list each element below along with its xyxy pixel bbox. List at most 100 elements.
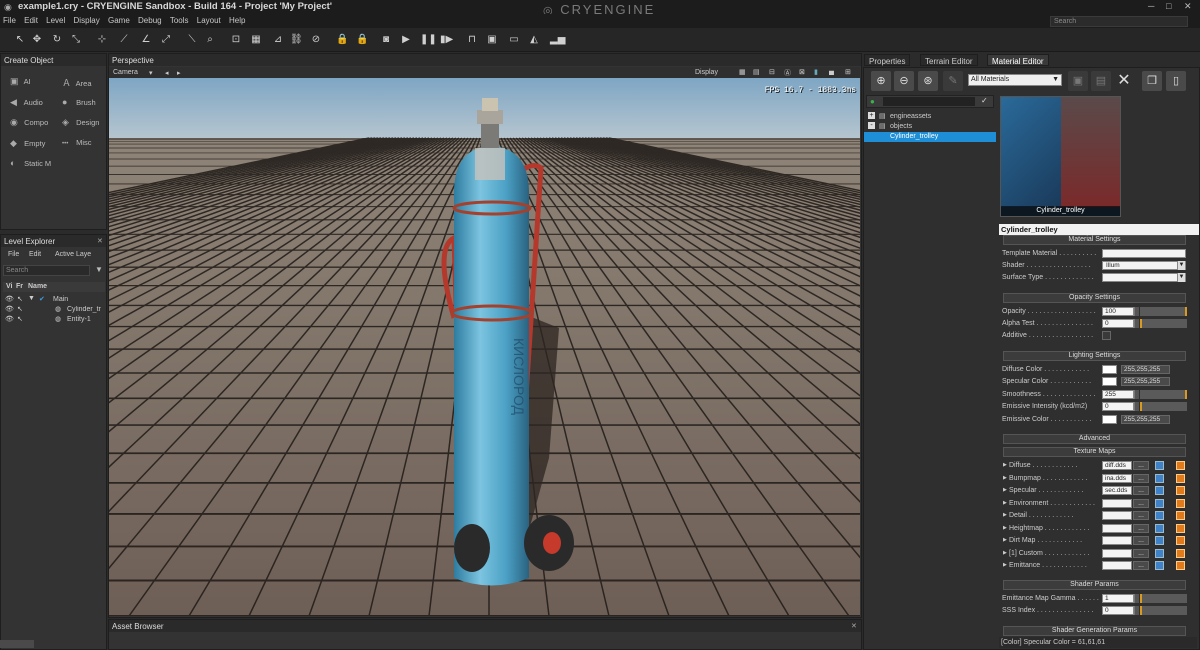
opacity-spinner[interactable] — [1134, 307, 1139, 316]
texture-heightmap-browse-button[interactable]: ... — [1133, 523, 1149, 533]
camera-dropdown-icon[interactable]: ▾ — [149, 69, 153, 77]
specular-color-swatch[interactable] — [1102, 377, 1117, 386]
expand-icon[interactable]: ▶ — [1003, 512, 1007, 518]
texture-detail-field[interactable] — [1102, 511, 1132, 520]
texture-specular-browse-button[interactable]: ... — [1133, 486, 1149, 495]
expand-icon[interactable]: ▶ — [1003, 537, 1007, 543]
viewport-settings-icon[interactable]: ⊞ — [845, 68, 851, 76]
reset-material-icon[interactable]: ▤ — [1091, 71, 1111, 91]
3d-viewport[interactable]: КИСЛОРОД FPS 16.7 - 1883.3ms — [109, 78, 860, 616]
frame-selection-icon[interactable]: ⊡ — [230, 34, 242, 46]
texture-emittance-open-icon[interactable] — [1176, 561, 1185, 570]
unlink-icon[interactable]: ⊘ — [310, 34, 322, 46]
texture-bumpmap-field[interactable]: ina.dds — [1102, 473, 1132, 483]
tab-material-editor[interactable]: Material Editor — [987, 54, 1049, 66]
delete-material-icon[interactable]: ✕ — [1114, 71, 1134, 91]
freeze-icon[interactable]: ↖ — [17, 315, 23, 323]
create-component-button[interactable]: ◉ Compo — [10, 117, 48, 128]
opacity-settings-header[interactable]: Opacity Settings — [1003, 293, 1186, 303]
material-search-input[interactable] — [883, 97, 975, 106]
aspect-icon[interactable]: ⊟ — [769, 68, 775, 76]
table-row[interactable]: 👁 ↖ ◍ Entity-1 — [3, 315, 105, 325]
menu-level[interactable]: Level — [43, 14, 68, 27]
alpha-test-slider[interactable] — [1140, 319, 1187, 328]
tab-properties[interactable]: Properties — [864, 54, 911, 66]
create-static-mesh-button[interactable]: ◐ Static M — [10, 158, 51, 168]
snap-scale-icon[interactable]: ⤢ — [160, 34, 172, 46]
create-ai-button[interactable]: ▣ AI — [10, 76, 31, 87]
texture-dirt-map-open-icon[interactable] — [1176, 536, 1185, 545]
zoom-icon[interactable]: ⌕ — [204, 34, 216, 46]
texture-bumpmap-edit-icon[interactable] — [1155, 473, 1164, 483]
tree-item[interactable]: - ▤ objects — [866, 122, 996, 132]
emissive-color-field[interactable]: 255,255,255 — [1121, 415, 1170, 424]
texture-custom-edit-icon[interactable] — [1155, 548, 1164, 558]
texture-specular-open-icon[interactable] — [1176, 486, 1185, 495]
emissive-intensity-field[interactable]: 0 — [1102, 402, 1134, 411]
material-filter-select[interactable]: All Materials ▼ — [968, 74, 1062, 86]
lock-icon[interactable]: 🔒 — [336, 34, 348, 46]
texture-heightmap-edit-icon[interactable] — [1155, 523, 1164, 533]
expand-icon[interactable]: ▶ — [1003, 475, 1007, 481]
camera-menu[interactable]: Camera — [113, 69, 138, 76]
expand-icon[interactable]: ▶ — [1003, 462, 1007, 468]
emittance-gamma-spinner[interactable] — [1134, 594, 1139, 603]
texture-specular-edit-icon[interactable] — [1155, 486, 1164, 495]
level-explorer-close-icon[interactable]: ✕ — [97, 237, 103, 245]
visible-icon[interactable]: 👁 — [5, 295, 14, 303]
create-empty-button[interactable]: ◆ Empty — [10, 138, 45, 149]
confirm-icon[interactable]: ✓ — [981, 96, 988, 105]
menu-tools[interactable]: Tools — [167, 14, 192, 27]
terrain-icon[interactable]: ▭ — [508, 34, 520, 46]
advanced-header[interactable]: Advanced — [1003, 434, 1186, 444]
snap-icon[interactable]: ⊹ — [96, 34, 108, 46]
texture-custom-open-icon[interactable] — [1176, 548, 1185, 558]
col-freeze[interactable]: Fr — [16, 283, 23, 290]
copy-material-icon[interactable]: ❐ — [1142, 71, 1162, 91]
tree-item-selected[interactable]: Cylinder_trolley — [864, 132, 996, 142]
pause-icon[interactable]: ❚❚ — [420, 34, 437, 46]
helpers-icon[interactable]: Ⓐ — [784, 68, 791, 78]
maximize-button[interactable]: □ — [1166, 1, 1171, 11]
texture-diffuse-browse-button[interactable]: ... — [1133, 461, 1149, 470]
additive-checkbox[interactable] — [1102, 331, 1111, 340]
step-icon[interactable]: ▮▶ — [440, 34, 453, 46]
surface-type-select[interactable] — [1102, 273, 1186, 282]
smoothness-field[interactable]: 255 — [1102, 390, 1134, 399]
texture-diffuse-field[interactable]: diff.dds — [1102, 461, 1132, 470]
texture-environment-edit-icon[interactable] — [1155, 498, 1164, 508]
texture-custom-field[interactable] — [1102, 548, 1132, 558]
grid-icon[interactable]: ▦ — [739, 68, 746, 76]
texture-environment-open-icon[interactable] — [1176, 498, 1185, 508]
ruler-icon[interactable]: ⊿ — [272, 34, 284, 46]
select-icon[interactable]: ↖ — [14, 34, 26, 46]
play-icon[interactable]: ▶ — [400, 34, 412, 46]
diffuse-color-swatch[interactable] — [1102, 365, 1117, 374]
emissive-intensity-spinner[interactable] — [1134, 402, 1139, 411]
select-region-icon[interactable]: ▦ — [250, 34, 262, 46]
texture-emittance-browse-button[interactable]: ... — [1133, 561, 1149, 570]
layout-icon[interactable]: ▤ — [753, 68, 760, 76]
expand-icon[interactable]: ▶ — [1003, 550, 1007, 556]
texture-diffuse-open-icon[interactable] — [1176, 461, 1185, 470]
template-material-field[interactable] — [1102, 249, 1186, 258]
menu-help[interactable]: Help — [226, 14, 248, 27]
diffuse-color-field[interactable]: 255,255,255 — [1121, 365, 1170, 374]
menu-debug[interactable]: Debug — [135, 14, 165, 27]
texture-custom-browse-button[interactable]: ... — [1133, 548, 1149, 558]
expand-icon[interactable]: ▶ — [1003, 500, 1007, 506]
expand-icon[interactable]: ▼ — [28, 295, 35, 302]
texture-bumpmap-open-icon[interactable] — [1176, 473, 1185, 483]
asset-browser-close-icon[interactable]: ✕ — [851, 622, 857, 630]
le-menu-active-layer[interactable]: Active Laye — [55, 251, 105, 258]
emittance-gamma-field[interactable]: 1 — [1102, 594, 1134, 603]
material-settings-header[interactable]: Material Settings — [1003, 235, 1186, 245]
expand-icon[interactable]: + — [868, 112, 875, 119]
camera-icon[interactable]: ◙ — [380, 34, 392, 46]
table-row[interactable]: 👁 ↖ ◍ Cylinder_tr — [3, 305, 105, 315]
shader-generation-params-header[interactable]: Shader Generation Params — [1003, 626, 1186, 636]
texture-maps-header[interactable]: Texture Maps — [1003, 447, 1186, 457]
move-icon[interactable]: ✥ — [31, 34, 43, 46]
texture-environment-field[interactable] — [1102, 498, 1132, 508]
wireframe-icon[interactable]: ⊠ — [799, 68, 805, 76]
